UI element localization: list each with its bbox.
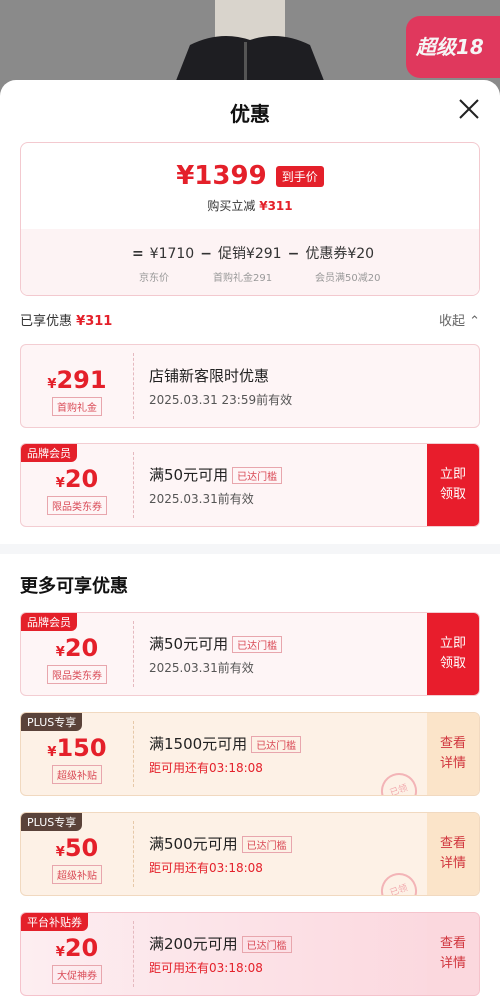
coupon-type-label: 限品类东券 [47, 665, 107, 684]
discount-sheet: 优惠 ¥1399 到手价 购买立减 ¥311 = ¥1710− 促销¥291− 优惠券… [0, 80, 500, 996]
coupon-divider [133, 353, 134, 419]
threshold-tag: 已达门槛 [251, 736, 302, 753]
save-label: 购买立减 [207, 199, 256, 213]
coupon-amount: 150 [56, 734, 107, 762]
sheet-title: 优惠 [230, 102, 270, 126]
chevron-up-icon: ⌃ [469, 314, 480, 329]
coupon-countdown: 距可用还有03:18:08 [149, 761, 263, 775]
coupon-amount: 20 [64, 934, 99, 962]
coupon-condition: 满200元可用 [149, 935, 238, 953]
coupon-corner-tag: PLUS专享 [21, 713, 83, 731]
save-row: 购买立减 ¥311 [21, 197, 479, 214]
applied-coupon[interactable]: ¥291 首购礼金 店铺新客限时优惠 2025.03.31 23:59前有效 [20, 344, 480, 428]
coupon-date: 2025.03.31前有效 [149, 492, 254, 506]
threshold-tag: 已达门槛 [232, 636, 283, 653]
coupon-desc: 满200元可用 已达门槛 [149, 933, 292, 954]
view-details-button[interactable]: 查看详情 [427, 813, 479, 895]
coupon-corner-tag: 品牌会员 [21, 444, 77, 462]
coupon-note: 会员满50减20 [315, 273, 381, 284]
coupon-condition: 满50元可用 [149, 635, 229, 653]
coupon-type-label: 超级补贴 [52, 865, 102, 884]
claim-button[interactable]: 立即领取 [427, 613, 479, 695]
coupon-discount: 优惠券¥20 [305, 246, 375, 262]
coupon-date: 2025.03.31 23:59前有效 [149, 393, 293, 407]
coupon-corner-tag: 平台补贴券 [21, 913, 88, 931]
coupon-type-label: 首购礼金 [52, 397, 102, 416]
promo-badge: 超级18 [406, 16, 500, 78]
more-discounts-title: 更多可享优惠 [20, 576, 128, 597]
coupon-divider [133, 621, 134, 687]
enjoyed-amount: ¥311 [76, 314, 113, 329]
price-equation: = ¥1710− 促销¥291− 优惠券¥20 [21, 243, 479, 263]
base-price: ¥1710 [149, 246, 195, 262]
more-coupon[interactable]: ¥20 限品类东券 品牌会员 满50元可用 已达门槛 2025.03.31前有效 … [20, 612, 480, 696]
collapse-label: 收起 [438, 314, 465, 329]
more-coupon[interactable]: ¥150 超级补贴 PLUS专享 满1500元可用 已达门槛 距可用还有03:18… [20, 712, 480, 796]
threshold-tag: 已达门槛 [232, 467, 283, 484]
coupon-corner-tag: PLUS专享 [21, 813, 83, 831]
promo-discount: 促销¥291 [217, 246, 282, 262]
coupon-type-label: 限品类东券 [47, 496, 107, 515]
coupon-amount: 20 [64, 634, 99, 662]
coupon-condition: 满50元可用 [149, 466, 229, 484]
minus-sign: − [200, 246, 212, 262]
price-summary-card: ¥1399 到手价 购买立减 ¥311 = ¥1710− 促销¥291− 优惠券¥20… [20, 142, 480, 296]
coupon-divider [133, 452, 134, 518]
coupon-desc: 满50元可用 已达门槛 [149, 633, 283, 654]
coupon-desc: 满500元可用 已达门槛 [149, 833, 292, 854]
promo-note: 首购礼金291 [213, 273, 273, 284]
coupon-condition: 满1500元可用 [149, 735, 248, 753]
coupon-corner-tag: 品牌会员 [21, 613, 77, 631]
minus-sign: − [287, 246, 300, 262]
coupon-divider [133, 721, 134, 787]
coupon-amount-area: ¥291 首购礼金 [47, 366, 107, 416]
view-details-button[interactable]: 查看详情 [427, 913, 479, 995]
coupon-divider [133, 821, 134, 887]
coupon-type-label: 大促神券 [52, 965, 102, 984]
final-price-tag: 到手价 [275, 165, 324, 187]
enjoyed-label: 已享优惠 [20, 314, 73, 329]
claimed-stamp: 已领 [375, 867, 423, 895]
enjoyed-discount: 已享优惠 ¥311 [20, 310, 112, 329]
equals-sign: = [131, 246, 144, 262]
final-price-row: ¥1399 到手价 [21, 161, 479, 191]
base-price-note: 京东价 [139, 273, 169, 284]
coupon-amount: 50 [64, 834, 99, 862]
section-divider [0, 544, 500, 554]
save-amount: ¥311 [259, 199, 293, 213]
coupon-desc: 满1500元可用 已达门槛 [149, 733, 302, 754]
coupon-countdown: 距可用还有03:18:08 [149, 861, 263, 875]
coupon-condition: 满500元可用 [149, 835, 238, 853]
coupon-amount: 20 [64, 465, 99, 493]
final-price: ¥1399 [176, 161, 267, 191]
collapse-button[interactable]: 收起 ⌃ [439, 310, 480, 329]
coupon-desc: 满50元可用 已达门槛 [149, 464, 283, 485]
coupon-divider [133, 921, 134, 987]
coupon-amount: 291 [56, 366, 107, 394]
coupon-type-label: 超级补贴 [52, 765, 102, 784]
more-coupon[interactable]: ¥50 超级补贴 PLUS专享 满500元可用 已达门槛 距可用还有03:18:0… [20, 812, 480, 896]
claim-button[interactable]: 立即领取 [427, 444, 479, 526]
coupon-desc: 店铺新客限时优惠 [149, 367, 270, 385]
more-coupon[interactable]: ¥20 大促神券 平台补贴券 满200元可用 已达门槛 距可用还有03:18:08… [20, 912, 480, 996]
coupon-countdown: 距可用还有03:18:08 [149, 961, 263, 975]
threshold-tag: 已达门槛 [241, 936, 292, 953]
view-details-button[interactable]: 查看详情 [427, 713, 479, 795]
claimed-stamp: 已领 [375, 767, 423, 795]
close-icon[interactable] [458, 98, 480, 120]
coupon-date: 2025.03.31前有效 [149, 661, 254, 675]
applied-coupon[interactable]: ¥20 限品类东券 品牌会员 满50元可用 已达门槛 2025.03.31前有效 … [20, 443, 480, 527]
threshold-tag: 已达门槛 [241, 836, 292, 853]
